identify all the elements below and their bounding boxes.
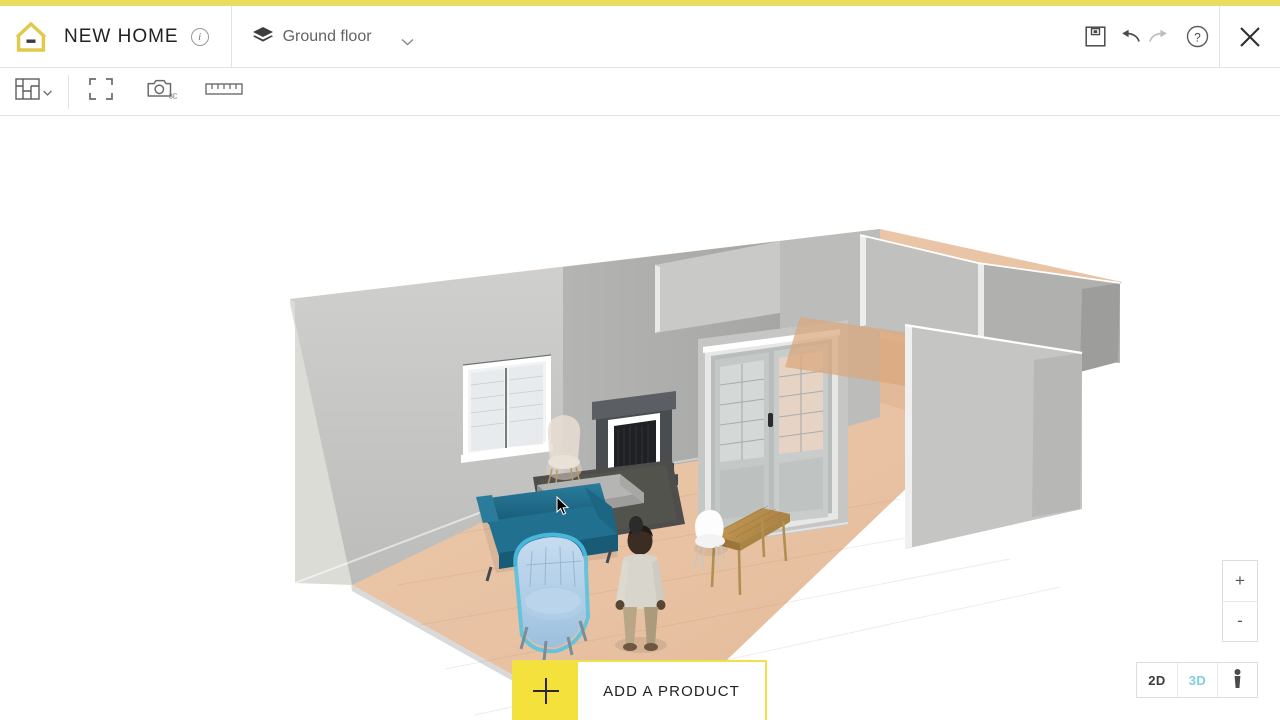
mouse-cursor <box>556 495 570 521</box>
viewport-3d[interactable]: + - 2D 3D <box>0 117 1280 720</box>
floorplan-icon <box>14 78 40 105</box>
accent-chair <box>546 415 582 486</box>
close-icon[interactable] <box>1220 6 1280 68</box>
fit-screen-icon <box>89 78 113 105</box>
app-header: NEW HOME i Ground floor ? <box>0 5 1280 68</box>
app-root: NEW HOME i Ground floor ? 3D + - 2D 3D A… <box>0 0 1280 720</box>
door-handle <box>768 413 773 427</box>
zoom-controls: + - <box>1222 560 1258 642</box>
ruler-icon <box>205 81 243 102</box>
camera-3d-icon: 3D <box>147 77 179 106</box>
scene-ground-floor-3d-view[interactable] <box>0 117 1280 720</box>
page-title: NEW HOME <box>64 25 179 47</box>
camera-3d-tool[interactable]: 3D <box>131 68 193 116</box>
floor-selector[interactable]: Ground floor <box>232 6 430 68</box>
first-person-view-button[interactable] <box>1217 663 1257 697</box>
save-icon[interactable] <box>1073 6 1117 68</box>
view-mode-2d[interactable]: 2D <box>1137 663 1177 697</box>
chevron-down-icon <box>401 33 414 46</box>
plus-icon <box>514 662 578 720</box>
zoom-in-button[interactable]: + <box>1223 561 1257 602</box>
info-icon[interactable]: i <box>190 27 209 46</box>
measure-tool[interactable] <box>193 68 255 116</box>
header-actions: ? <box>1073 6 1219 68</box>
person-icon <box>1232 668 1243 692</box>
undo-icon[interactable] <box>1117 6 1143 68</box>
svg-text:?: ? <box>1194 30 1201 44</box>
add-product-button[interactable]: ADD A PRODUCT <box>512 660 767 720</box>
chevron-down-icon <box>42 83 52 101</box>
zoom-out-button[interactable]: - <box>1223 602 1257 642</box>
toolbar-divider <box>68 74 69 109</box>
layers-icon <box>252 26 274 48</box>
add-product-label: ADD A PRODUCT <box>603 682 740 700</box>
home-logo-icon[interactable] <box>0 6 62 68</box>
floor-selector-label: Ground floor <box>282 27 372 45</box>
floor-accessory <box>629 516 643 534</box>
svg-text:3D: 3D <box>169 92 177 101</box>
fit-view-tool[interactable] <box>71 68 131 116</box>
help-icon[interactable]: ? <box>1175 6 1219 68</box>
window <box>461 354 553 463</box>
main-toolbar: 3D <box>0 68 1280 116</box>
view-mode-switch: 2D 3D <box>1136 662 1258 698</box>
floorplan-tool[interactable] <box>0 68 66 116</box>
view-mode-3d[interactable]: 3D <box>1177 663 1217 697</box>
redo-icon[interactable] <box>1143 6 1175 68</box>
